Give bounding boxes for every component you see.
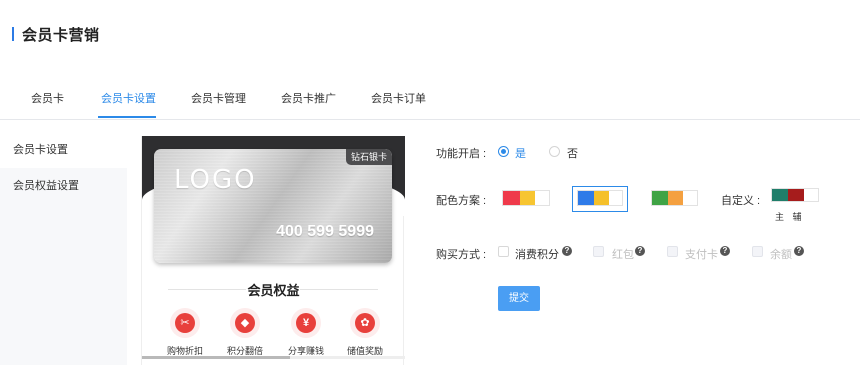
help-icon[interactable]: ?: [562, 246, 572, 256]
swatch-secondary: [594, 191, 609, 205]
tab-member-card[interactable]: 会员卡: [31, 90, 64, 106]
swatch-secondary: [520, 191, 535, 205]
custom-color-label: 自定义 :: [721, 195, 761, 207]
preview-scrollbar-thumb[interactable]: [142, 356, 290, 359]
purchase-redpacket-label[interactable]: 红包: [612, 246, 634, 262]
custom-primary-swatch[interactable]: [772, 189, 788, 201]
card-phone-number: 400 599 5999: [276, 223, 374, 240]
purchase-balance-label[interactable]: 余额: [770, 246, 792, 262]
tab-member-card-settings[interactable]: 会员卡设置: [101, 90, 156, 106]
purchase-redpacket-checkbox[interactable]: [593, 246, 604, 257]
purchase-points-label[interactable]: 消费积分: [515, 246, 559, 262]
tab-member-card-management[interactable]: 会员卡管理: [191, 90, 246, 106]
piggy-bank-icon: ✿: [350, 308, 380, 338]
submit-button[interactable]: 提交: [498, 286, 540, 311]
points-double-icon: ◆: [230, 308, 260, 338]
tab-bar: 会员卡 会员卡设置 会员卡管理 会员卡推广 会员卡订单: [0, 72, 860, 120]
enable-no-radio[interactable]: [549, 146, 560, 157]
benefit-item: ✂ 购物折扣: [155, 308, 215, 357]
sidebar-item-benefit-settings[interactable]: 会员权益设置: [13, 177, 79, 193]
card-preview-panel: 钻石银卡 LOGO 400 599 5999 会员权益 ✂ 购物折扣 ◆ 积分翻…: [141, 136, 405, 365]
swatch-blank: [804, 189, 818, 201]
color-scheme-green-orange[interactable]: [651, 190, 698, 206]
swatch-secondary: [668, 191, 683, 205]
custom-secondary-swatch[interactable]: [788, 189, 804, 201]
benefit-item: ◆ 积分翻倍: [215, 308, 275, 357]
benefits-header: 会员权益: [142, 280, 405, 298]
page-header: 会员卡营销: [0, 0, 860, 72]
title-accent-bar: [12, 27, 14, 41]
page-title: 会员卡营销: [22, 27, 100, 44]
swatch-blank: [535, 191, 549, 205]
swatch-primary: [578, 191, 594, 205]
color-scheme-blue-yellow[interactable]: [577, 190, 623, 206]
sidebar: 会员卡设置 会员权益设置: [0, 124, 127, 365]
color-scheme-red-yellow[interactable]: [502, 190, 550, 206]
swatch-blank: [609, 191, 622, 205]
color-scheme-label: 配色方案 :: [436, 195, 487, 207]
purchase-paycard-checkbox[interactable]: [667, 246, 678, 257]
purchase-balance-checkbox[interactable]: [752, 246, 763, 257]
help-icon[interactable]: ?: [794, 246, 804, 256]
discount-ticket-icon: ✂: [170, 308, 200, 338]
purchase-points-checkbox[interactable]: [498, 246, 509, 257]
benefit-item: ✿ 储值奖励: [335, 308, 395, 357]
card-level-badge: 钻石银卡: [345, 149, 392, 165]
enable-label: 功能开启 :: [436, 148, 487, 160]
tab-member-card-orders[interactable]: 会员卡订单: [371, 90, 426, 106]
benefit-item: ¥ 分享赚钱: [276, 308, 336, 357]
help-icon[interactable]: ?: [635, 246, 645, 256]
card-logo: LOGO: [174, 165, 257, 195]
help-icon[interactable]: ?: [720, 246, 730, 256]
enable-yes-label[interactable]: 是: [515, 145, 526, 161]
custom-color-caption: 主 辅: [775, 212, 805, 222]
member-card: 钻石银卡 LOGO 400 599 5999: [154, 149, 392, 263]
enable-no-label[interactable]: 否: [567, 145, 578, 161]
purchase-paycard-label[interactable]: 支付卡: [685, 246, 718, 262]
custom-color-picker[interactable]: [771, 188, 819, 202]
divider-line: [300, 289, 378, 290]
tab-member-card-promotion[interactable]: 会员卡推广: [281, 90, 336, 106]
active-tab-underline: [98, 116, 156, 118]
money-bag-icon: ¥: [291, 308, 321, 338]
sidebar-item-card-settings[interactable]: 会员卡设置: [13, 141, 68, 157]
enable-yes-radio[interactable]: [498, 146, 509, 157]
swatch-primary: [652, 191, 668, 205]
purchase-method-label: 购买方式 :: [436, 249, 487, 261]
swatch-primary: [503, 191, 520, 205]
swatch-blank: [683, 191, 697, 205]
